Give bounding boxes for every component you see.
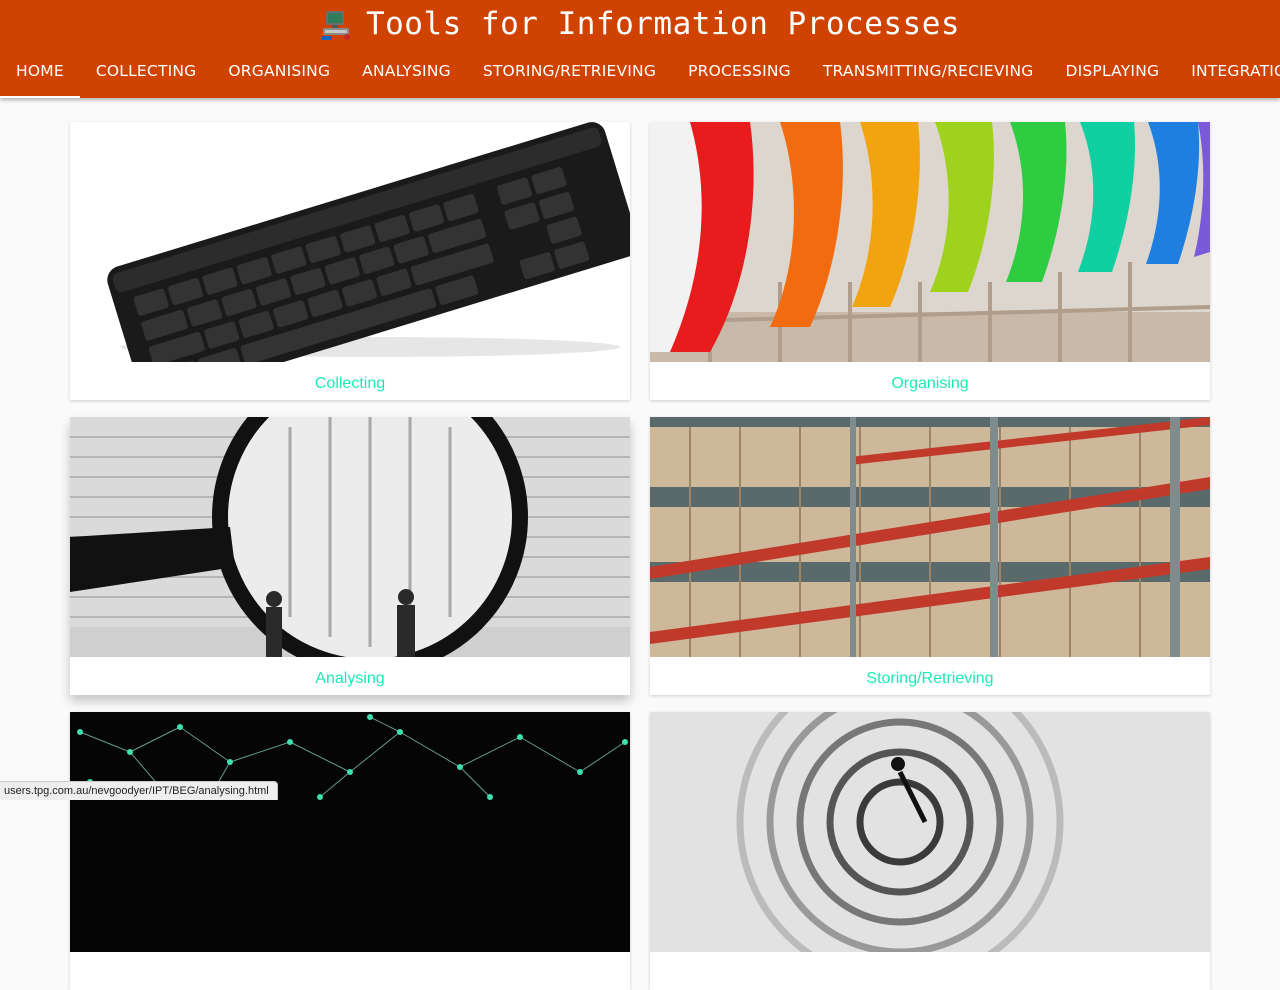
tab-integration[interactable]: INTEGRATIO <box>1175 50 1280 98</box>
network-graph-image <box>70 712 630 952</box>
tab-processing[interactable]: PROCESSING <box>672 50 807 98</box>
nav-tabs: HOME COLLECTING ORGANISING ANALYSING STO… <box>0 50 1280 98</box>
computer-icon <box>321 11 350 40</box>
card-label: Collecting <box>314 375 386 392</box>
card-processing[interactable] <box>70 712 630 990</box>
tab-displaying[interactable]: DISPLAYING <box>1049 50 1175 98</box>
card-transmitting-recieving[interactable] <box>650 712 1210 990</box>
card-collecting[interactable]: Collecting <box>70 122 630 400</box>
tab-collecting[interactable]: COLLECTING <box>80 50 213 98</box>
card-label <box>70 952 630 990</box>
keyboard-image <box>70 122 630 362</box>
card-label: Analysing <box>315 670 385 687</box>
magnifying-glass-image <box>70 417 630 657</box>
title-row: Tools for Information Processes <box>0 0 1280 48</box>
tab-storing-retrieving[interactable]: STORING/RETRIEVING <box>467 50 672 98</box>
card-label <box>650 952 1210 990</box>
card-analysing[interactable]: Analysing <box>70 417 630 695</box>
warehouse-shelves-image <box>650 417 1210 657</box>
colored-folders-image <box>650 122 1210 362</box>
spiral-image <box>650 712 1210 952</box>
card-label: Organising <box>891 375 969 392</box>
tab-analysing[interactable]: ANALYSING <box>346 50 467 98</box>
card-storing-retrieving[interactable]: Storing/Retrieving <box>650 417 1210 695</box>
site-title: Tools for Information Processes <box>365 6 961 42</box>
tab-organising[interactable]: ORGANISING <box>212 50 346 98</box>
tab-home[interactable]: HOME <box>0 50 80 98</box>
tab-transmitting-recieving[interactable]: TRANSMITTING/RECIEVING <box>807 50 1050 98</box>
status-bar-url: users.tpg.com.au/nevgoodyer/IPT/BEG/anal… <box>0 781 278 800</box>
card-organising[interactable]: Organising <box>650 122 1210 400</box>
app-bar: Tools for Information Processes HOME COL… <box>0 0 1280 98</box>
card-label: Storing/Retrieving <box>866 670 994 687</box>
